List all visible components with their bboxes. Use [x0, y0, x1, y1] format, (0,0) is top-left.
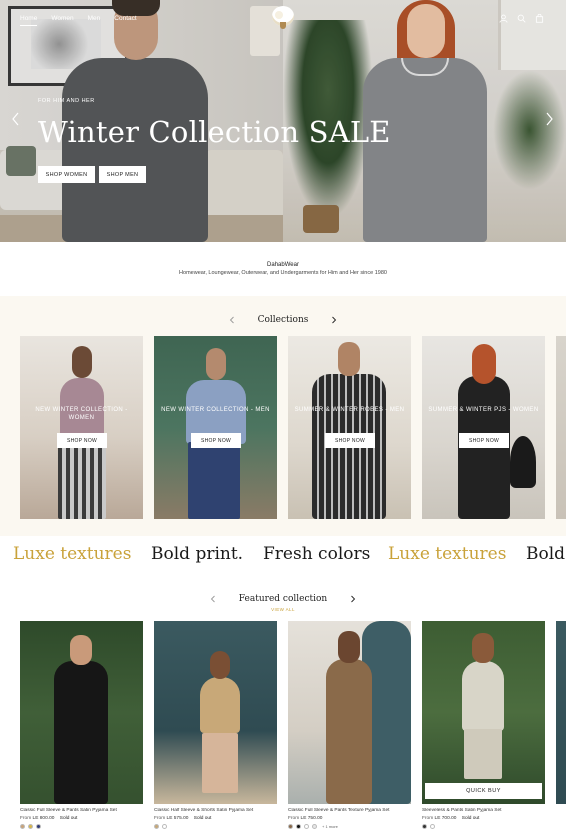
marquee-item: Bold — [526, 544, 566, 564]
marquee-item: Luxe textures — [13, 544, 132, 564]
nav-links: Home Women Men Contact — [20, 15, 151, 26]
swatch[interactable] — [288, 824, 293, 829]
marquee-strip: Luxe textures Bold print. Fresh colors L… — [0, 536, 566, 576]
featured-header: Featured collection — [0, 594, 566, 604]
featured-collection-section: Featured collection VIEW ALL Classic Ful… — [0, 576, 566, 832]
product-image[interactable] — [422, 621, 545, 804]
view-all-link[interactable]: VIEW ALL — [0, 607, 566, 612]
collection-card-robes-men[interactable]: SUMMER & WINTER ROBES - MEN SHOP NOW — [288, 336, 411, 519]
featured-next-icon[interactable] — [349, 595, 357, 603]
swatch[interactable] — [20, 824, 25, 829]
product-image[interactable] — [154, 621, 277, 804]
more-swatches[interactable]: + 1 more — [322, 824, 338, 829]
account-icon[interactable] — [499, 14, 508, 23]
collection-card-partial[interactable] — [556, 336, 566, 519]
product-price: From LE 700.00 Sold out — [422, 816, 480, 821]
sold-out-badge: Sold out — [461, 816, 480, 821]
swatch[interactable] — [312, 824, 317, 829]
collection-card-pjs-women[interactable]: SUMMER & WINTER PJS - WOMEN SHOP NOW — [422, 336, 545, 519]
sold-out-badge: Sold out — [193, 816, 212, 821]
marquee-item: Luxe textures — [388, 544, 507, 564]
product-name[interactable]: Classic Full Sleeve & Pants Satin Pyjama… — [20, 808, 143, 813]
product-price: From LE 800.00 Sold out — [20, 816, 78, 821]
marquee-item: Bold print. — [151, 544, 244, 564]
featured-title: Featured collection — [238, 594, 328, 604]
nav-link-home[interactable]: Home — [20, 15, 38, 26]
color-swatches: + 1 more — [288, 824, 411, 829]
shop-now-button[interactable]: SHOP NOW — [459, 433, 509, 448]
nav-link-men[interactable]: Men — [88, 15, 101, 26]
shop-women-button[interactable]: SHOP WOMEN — [38, 166, 95, 183]
quick-buy-button[interactable]: QUICK BUY — [425, 783, 542, 799]
product-image[interactable] — [288, 621, 411, 804]
hero-title: Winter Collection SALE — [38, 115, 391, 149]
collection-label: NEW WINTER COLLECTION - WOMEN — [35, 407, 128, 421]
nav-link-contact[interactable]: Contact — [114, 15, 136, 26]
swatch[interactable] — [422, 824, 427, 829]
collections-header: Collections — [0, 315, 566, 325]
product-card-partial[interactable] — [556, 621, 566, 804]
top-nav: Home Women Men Contact — [0, 0, 566, 40]
hero-kicker: FOR HIM AND HER — [38, 98, 95, 104]
cart-icon[interactable] — [535, 14, 544, 23]
collections-prev-icon[interactable] — [228, 316, 236, 324]
nav-link-women[interactable]: Women — [51, 15, 73, 26]
product-card[interactable]: Classic Half Sleeve & Shorts Satin Pyjam… — [154, 621, 277, 829]
collections-section: Collections NEW WINTER COLLECTION - WOME… — [0, 296, 566, 536]
shop-now-button[interactable]: SHOP NOW — [57, 433, 107, 448]
collection-label: SUMMER & WINTER ROBES - MEN — [294, 407, 405, 413]
collections-next-icon[interactable] — [330, 316, 338, 324]
nav-icons — [499, 14, 544, 23]
shop-now-button[interactable]: SHOP NOW — [325, 433, 375, 448]
brand-tagline: Homewear, Loungewear, Outerwear, and Und… — [179, 270, 387, 276]
product-card[interactable]: QUICK BUY Sleeveless & Pants Satin Pyjam… — [422, 621, 545, 829]
brand-logo[interactable] — [272, 6, 294, 30]
color-swatches — [20, 824, 143, 829]
shop-men-button[interactable]: SHOP MEN — [99, 166, 146, 183]
brand-intro: DahabWear Homewear, Loungewear, Outerwea… — [0, 242, 566, 296]
page: FOR HIM AND HER Winter Collection SALE S… — [0, 0, 566, 832]
product-name[interactable]: Classic Full Sleeve & Pants Texture Pyja… — [288, 808, 411, 813]
swatch[interactable] — [36, 824, 41, 829]
collection-label: SUMMER & WINTER PJS - WOMEN — [428, 407, 539, 413]
product-price: From LE 750.00 — [288, 816, 323, 821]
swatch[interactable] — [304, 824, 309, 829]
collections-title: Collections — [257, 315, 309, 325]
swatch[interactable] — [296, 824, 301, 829]
swatch[interactable] — [154, 824, 159, 829]
swatch[interactable] — [162, 824, 167, 829]
product-name[interactable]: Sleeveless & Pants Satin Pyjama Set — [422, 808, 545, 813]
product-name[interactable]: Classic Half Sleeve & Shorts Satin Pyjam… — [154, 808, 277, 813]
marquee-item: Fresh colors — [263, 544, 371, 564]
collection-label: NEW WINTER COLLECTION - MEN — [161, 407, 270, 413]
hero-next-arrow-icon[interactable] — [544, 112, 554, 126]
color-swatches — [422, 824, 545, 829]
shop-now-button[interactable]: SHOP NOW — [191, 433, 241, 448]
product-card[interactable]: Classic Full Sleeve & Pants Satin Pyjama… — [20, 621, 143, 829]
collection-card-men-winter[interactable]: NEW WINTER COLLECTION - MEN SHOP NOW — [154, 336, 277, 519]
swatch[interactable] — [430, 824, 435, 829]
hero-prev-arrow-icon[interactable] — [11, 112, 21, 126]
product-card[interactable]: Classic Full Sleeve & Pants Texture Pyja… — [288, 621, 411, 829]
brand-name: DahabWear — [267, 262, 299, 268]
product-price: From LE 575.00 Sold out — [154, 816, 212, 821]
swatch[interactable] — [28, 824, 33, 829]
sold-out-badge: Sold out — [59, 816, 78, 821]
collection-card-women-winter[interactable]: NEW WINTER COLLECTION - WOMEN SHOP NOW — [20, 336, 143, 519]
product-image[interactable] — [20, 621, 143, 804]
color-swatches — [154, 824, 277, 829]
search-icon[interactable] — [517, 14, 526, 23]
featured-prev-icon[interactable] — [209, 595, 217, 603]
